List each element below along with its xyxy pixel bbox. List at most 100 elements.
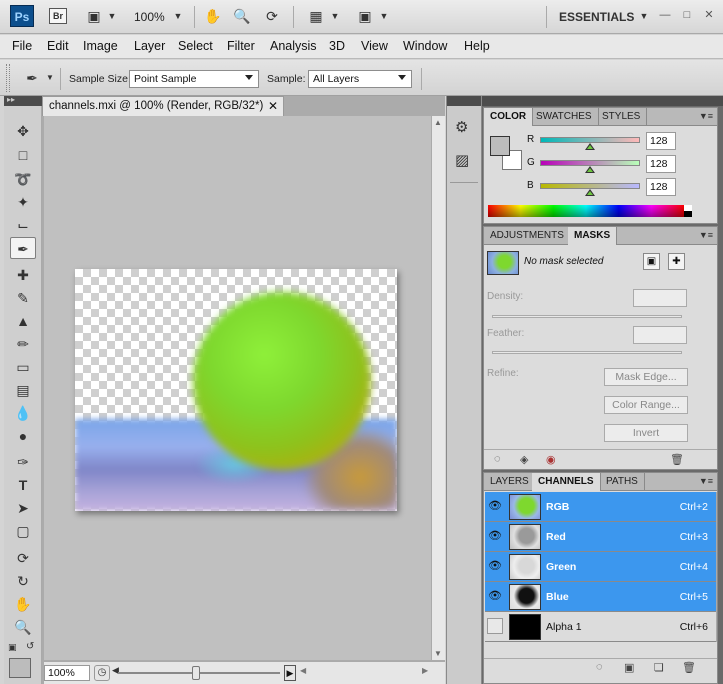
tab-channels[interactable]: CHANNELS	[532, 473, 601, 491]
delete-mask-icon[interactable]: 🗑	[670, 453, 684, 466]
vertical-scrollbar[interactable]: ▲ ▼	[431, 116, 445, 660]
tab-styles[interactable]: STYLES	[596, 108, 648, 126]
channel-row-rgb[interactable]: 👁 RGB Ctrl+2	[485, 492, 716, 522]
panel-menu-icon[interactable]: ▼≡	[699, 111, 713, 121]
chevron-down-icon[interactable]: ▼	[102, 7, 122, 25]
zoom-tool-icon[interactable]: 🔍	[10, 616, 36, 638]
zoom-level-dropdown[interactable]: 100%	[134, 10, 165, 24]
eyedropper-tool-icon[interactable]: ✒	[10, 237, 36, 259]
eyedropper-icon[interactable]: ✒	[22, 69, 42, 87]
quick-selection-tool-icon[interactable]: ✦	[10, 191, 36, 213]
hscroll-right-icon[interactable]: ▶	[422, 666, 428, 675]
menu-filter[interactable]: Filter	[227, 39, 255, 53]
menu-window[interactable]: Window	[403, 39, 447, 53]
visibility-toggle[interactable]	[487, 618, 503, 634]
channel-row-blue[interactable]: 👁 Blue Ctrl+5	[485, 582, 716, 612]
3d-orbit-tool-icon[interactable]: ↻	[10, 570, 36, 592]
chevron-down-icon[interactable]: ▼	[325, 7, 345, 25]
3d-panel-icon[interactable]: ▨	[455, 151, 469, 169]
film-icon[interactable]: ▣	[84, 7, 104, 25]
chevron-down-icon[interactable]: ▼	[634, 7, 654, 25]
crop-tool-icon[interactable]: ⌙	[10, 214, 36, 236]
disable-mask-icon[interactable]: ◉	[546, 453, 556, 466]
add-pixel-mask-icon[interactable]: ▣	[643, 253, 660, 270]
grip-handle[interactable]	[6, 64, 10, 92]
panel-dock-header[interactable]	[482, 96, 723, 106]
r-slider-thumb[interactable]	[585, 143, 595, 150]
gradient-tool-icon[interactable]: ▤	[10, 379, 36, 401]
default-colors-icon[interactable]: ▣	[8, 642, 17, 653]
screen-mode-icon[interactable]: ▣	[355, 7, 375, 25]
healing-brush-tool-icon[interactable]: ✚	[10, 264, 36, 286]
density-field[interactable]	[633, 289, 687, 307]
zoom-icon[interactable]: 🔍	[232, 7, 252, 25]
scroll-up-icon[interactable]: ▲	[434, 118, 442, 127]
strip-header[interactable]	[447, 96, 481, 106]
minimize-button[interactable]: —	[658, 8, 672, 22]
new-channel-icon[interactable]: ❏	[654, 661, 664, 674]
menu-3d[interactable]: 3D	[329, 39, 345, 53]
move-tool-icon[interactable]: ✥	[10, 120, 36, 142]
color-range-button[interactable]: Color Range...	[604, 396, 688, 414]
eraser-tool-icon[interactable]: ▭	[10, 356, 36, 378]
sample-size-dropdown[interactable]: Point Sample	[129, 70, 259, 88]
chevron-down-icon[interactable]: ▼	[40, 69, 60, 87]
chevron-down-icon[interactable]: ▼	[168, 7, 188, 25]
eye-icon[interactable]: 👁	[487, 528, 503, 544]
shape-tool-icon[interactable]: ▢	[10, 520, 36, 542]
eye-icon[interactable]: 👁	[487, 498, 503, 514]
dodge-tool-icon[interactable]: ●	[10, 425, 36, 447]
bridge-button[interactable]: Br	[49, 8, 67, 24]
foreground-color-swatch[interactable]	[490, 136, 510, 156]
tab-masks[interactable]: MASKS	[568, 227, 618, 245]
density-slider[interactable]	[492, 315, 682, 318]
hand-icon[interactable]: ✋	[203, 7, 223, 25]
g-value-field[interactable]: 128	[646, 155, 676, 173]
load-channel-selection-icon[interactable]: ◌	[596, 661, 603, 673]
document-tab[interactable]: channels.mxi @ 100% (Render, RGB/32*) ✕	[42, 96, 284, 116]
menu-layer[interactable]: Layer	[134, 39, 165, 53]
hscroll-left-icon[interactable]: ◀	[300, 666, 306, 675]
panel-menu-icon[interactable]: ▼≡	[699, 476, 713, 486]
arrange-docs-icon[interactable]: ▦	[306, 7, 326, 25]
delete-channel-icon[interactable]: 🗑	[682, 661, 696, 674]
history-brush-tool-icon[interactable]: ✏	[10, 333, 36, 355]
blur-tool-icon[interactable]: 💧	[10, 402, 36, 424]
sample-dropdown[interactable]: All Layers	[308, 70, 412, 88]
menu-analysis[interactable]: Analysis	[270, 39, 317, 53]
lasso-tool-icon[interactable]: ➰	[10, 168, 36, 190]
path-selection-tool-icon[interactable]: ➤	[10, 497, 36, 519]
chevron-left-icon[interactable]: ◀	[112, 665, 124, 676]
invert-button[interactable]: Invert	[604, 424, 688, 442]
render-image[interactable]	[75, 269, 397, 511]
channels-scrollbar[interactable]	[716, 492, 717, 642]
tab-layers[interactable]: LAYERS	[484, 473, 536, 491]
load-selection-icon[interactable]: ◌	[494, 453, 501, 465]
menu-edit[interactable]: Edit	[47, 39, 69, 53]
pen-tool-icon[interactable]: ✑	[10, 451, 36, 473]
add-vector-mask-icon[interactable]: ✚	[668, 253, 685, 270]
scroll-down-icon[interactable]: ▼	[434, 649, 442, 658]
menu-help[interactable]: Help	[464, 39, 490, 53]
type-tool-icon[interactable]: T	[10, 474, 36, 496]
menu-select[interactable]: Select	[178, 39, 213, 53]
chevron-down-icon[interactable]: ▼	[374, 7, 394, 25]
status-slider-thumb[interactable]	[192, 666, 200, 680]
save-selection-icon[interactable]: ▣	[624, 661, 634, 674]
eye-icon[interactable]: 👁	[487, 588, 503, 604]
brush-tool-icon[interactable]: ✎	[10, 287, 36, 309]
tab-paths[interactable]: PATHS	[600, 473, 645, 491]
workspace-switcher[interactable]: ESSENTIALS	[559, 10, 634, 24]
tab-adjustments[interactable]: ADJUSTMENTS	[484, 227, 571, 245]
maximize-button[interactable]: □	[680, 8, 694, 22]
channel-row-alpha-1[interactable]: Alpha 1 Ctrl+6	[485, 612, 716, 642]
zoom-field[interactable]: 100%	[44, 665, 90, 681]
chevron-right-icon[interactable]: ▶	[284, 665, 296, 681]
feather-slider[interactable]	[492, 351, 682, 354]
tab-swatches[interactable]: SWATCHES	[530, 108, 599, 126]
channel-row-green[interactable]: 👁 Green Ctrl+4	[485, 552, 716, 582]
clone-stamp-tool-icon[interactable]: ▲	[10, 310, 36, 332]
mask-edge-button[interactable]: Mask Edge...	[604, 368, 688, 386]
menu-image[interactable]: Image	[83, 39, 118, 53]
close-tab-icon[interactable]: ✕	[268, 99, 278, 113]
